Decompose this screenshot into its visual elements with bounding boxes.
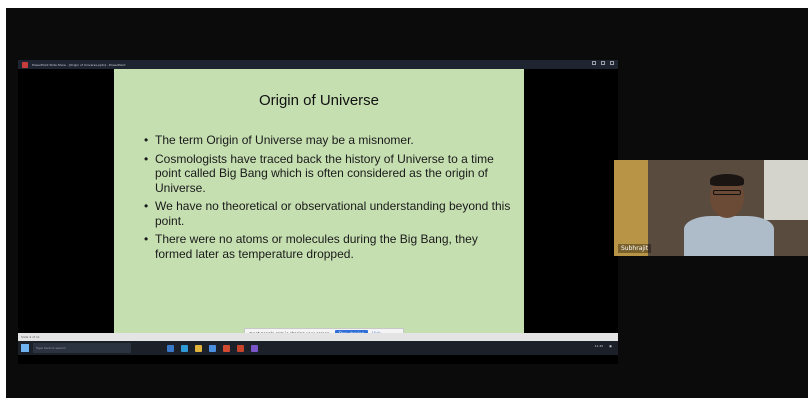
meeting-frame: PowerPoint Slide Show - [Origin of Unive… bbox=[6, 8, 808, 398]
powerpoint-taskbar-icon[interactable] bbox=[237, 344, 244, 352]
clock[interactable]: 11:45 bbox=[595, 344, 604, 348]
bullet-item: • There were no atoms or molecules durin… bbox=[144, 232, 514, 261]
presentation-slide: Origin of Universe • The term Origin of … bbox=[114, 69, 524, 338]
window-titlebar: PowerPoint Slide Show - [Origin of Unive… bbox=[18, 60, 618, 69]
taskbar-apps bbox=[167, 344, 258, 352]
bullet-text: The term Origin of Universe may be a mis… bbox=[155, 133, 414, 147]
notification-icon[interactable]: ▣ bbox=[609, 344, 612, 348]
chrome-icon[interactable] bbox=[223, 344, 230, 352]
slide-counter: Slide 4 of 11 bbox=[21, 335, 40, 339]
bullet-dot: • bbox=[144, 133, 149, 147]
shared-screen: PowerPoint Slide Show - [Origin of Unive… bbox=[18, 60, 618, 364]
start-icon[interactable] bbox=[21, 344, 29, 352]
folder-icon[interactable] bbox=[195, 344, 202, 352]
bullet-text: Cosmologists have traced back the histor… bbox=[155, 151, 494, 195]
taskbar-search[interactable]: Type here to search bbox=[33, 343, 131, 353]
bullet-text: There were no atoms or molecules during … bbox=[155, 232, 478, 261]
app-icon[interactable] bbox=[251, 344, 258, 352]
participant-hair bbox=[710, 174, 744, 186]
system-tray: 11:45 ▣ bbox=[595, 344, 613, 348]
participant-video-tile[interactable]: Subhrajit bbox=[614, 160, 808, 256]
bullet-dot: • bbox=[144, 151, 149, 166]
presentation-statusbar: Slide 4 of 11 bbox=[18, 333, 618, 341]
participant-glasses bbox=[713, 190, 741, 195]
video-shelf bbox=[764, 160, 808, 220]
powerpoint-icon bbox=[22, 61, 28, 68]
bullet-item: • Cosmologists have traced back the hist… bbox=[144, 152, 514, 196]
edge-icon[interactable] bbox=[181, 344, 188, 352]
windows-taskbar: Type here to search 11:45 ▣ bbox=[18, 341, 618, 355]
task-view-icon[interactable] bbox=[167, 344, 174, 352]
bullet-dot: • bbox=[144, 199, 149, 213]
participant-name: Subhrajit bbox=[618, 244, 652, 253]
slide-title: Origin of Universe bbox=[258, 92, 380, 109]
window-title: PowerPoint Slide Show - [Origin of Unive… bbox=[32, 62, 126, 67]
bullet-dot: • bbox=[144, 232, 149, 246]
slide-bullets: • The term Origin of Universe may be a m… bbox=[144, 133, 514, 265]
bullet-item: • The term Origin of Universe may be a m… bbox=[144, 133, 514, 148]
close-icon[interactable] bbox=[610, 61, 614, 65]
bullet-text: We have no theoretical or observational … bbox=[155, 199, 511, 228]
maximize-icon[interactable] bbox=[601, 61, 605, 65]
window-controls bbox=[592, 61, 614, 65]
participant-body bbox=[684, 216, 774, 256]
minimize-icon[interactable] bbox=[592, 61, 596, 65]
store-icon[interactable] bbox=[209, 344, 216, 352]
bullet-item: • We have no theoretical or observationa… bbox=[144, 199, 514, 228]
video-curtain bbox=[614, 160, 648, 256]
